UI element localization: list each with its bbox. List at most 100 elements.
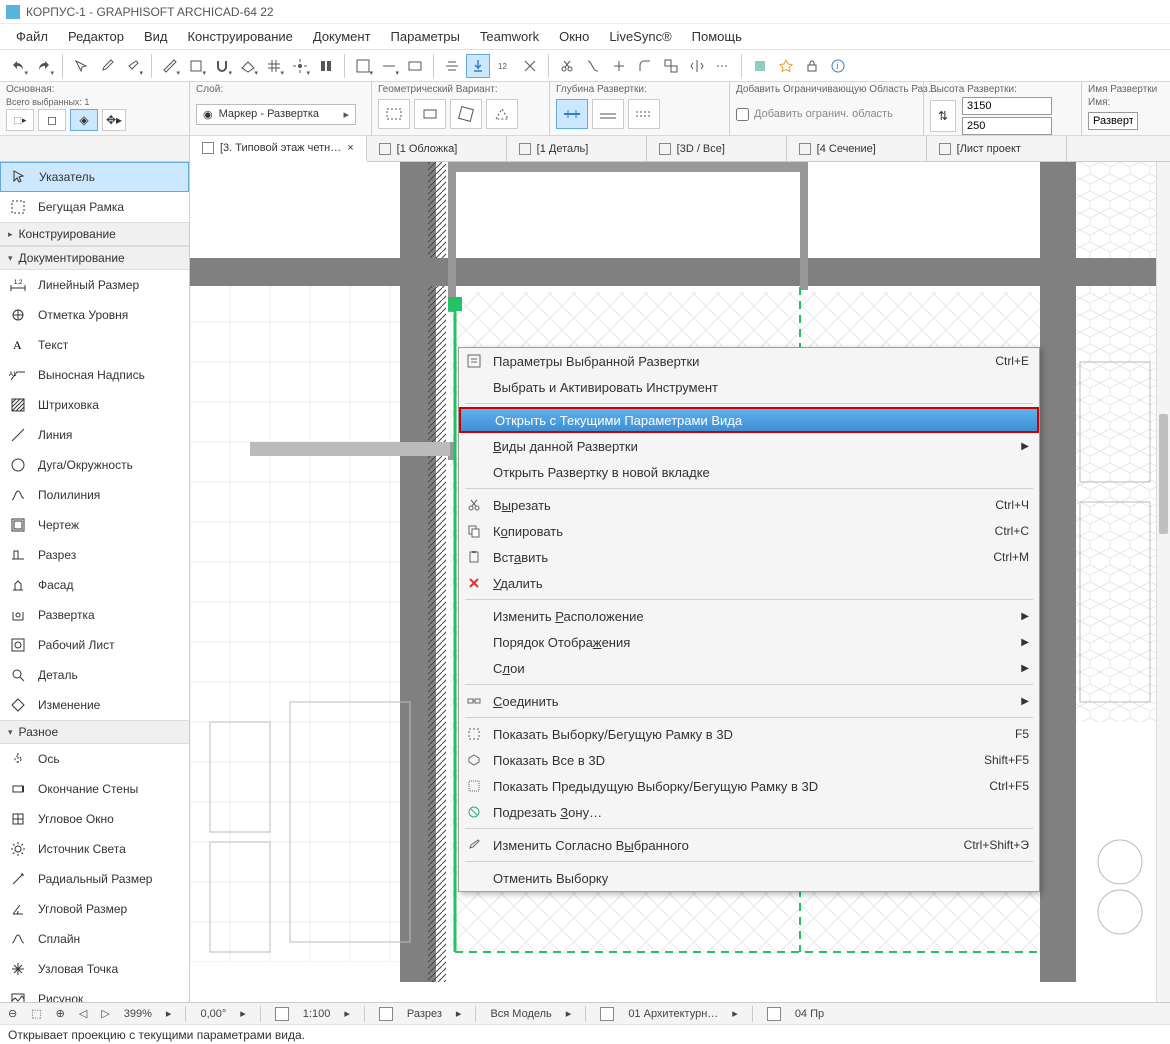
scale-value[interactable]: 1:100 (303, 1008, 331, 1020)
grid-button[interactable] (262, 54, 286, 78)
tool-arrow[interactable]: Указатель (0, 162, 189, 192)
tab[interactable]: [1 Обложка] (367, 136, 507, 161)
tool-hotspot[interactable]: Узловая Точка (0, 954, 189, 984)
menu-редактор[interactable]: Редактор (58, 25, 134, 48)
toolgroup-misc[interactable]: Разное (0, 720, 189, 744)
tab-close-icon[interactable]: × (347, 142, 353, 154)
menu-окно[interactable]: Окно (549, 25, 599, 48)
tool-arc[interactable]: Дуга/Окружность (0, 450, 189, 480)
height-icon[interactable]: ⇅ (930, 100, 956, 132)
tab[interactable]: [3D / Все] (647, 136, 787, 161)
sel-mode1-button[interactable]: ◻ (38, 109, 66, 131)
tab[interactable]: [4 Сечение] (787, 136, 927, 161)
layer-dropdown[interactable]: ◉ Маркер - Развертка (196, 104, 356, 125)
snap-button[interactable] (288, 54, 312, 78)
tool-section[interactable]: Разрез (0, 540, 189, 570)
tool-elev[interactable]: Фасад (0, 570, 189, 600)
model-value[interactable]: Вся Модель (490, 1008, 551, 1020)
menu-помощь[interactable]: Помощь (682, 25, 752, 48)
eyedropper-button[interactable] (95, 54, 119, 78)
zoom-next-button[interactable]: ▷ (101, 1007, 109, 1020)
dim-12-button[interactable]: 12 (492, 54, 516, 78)
dim-x-button[interactable] (518, 54, 542, 78)
pick-tool-button[interactable] (69, 54, 93, 78)
context-menu-item[interactable]: Виды данной Развертки▶ (459, 433, 1039, 459)
tool-light[interactable]: Источник Света (0, 834, 189, 864)
layout-value[interactable]: 04 Пр (795, 1008, 824, 1020)
magnet-button[interactable] (210, 54, 234, 78)
angle-value[interactable]: 0,00° (200, 1008, 226, 1020)
edit-plane-button[interactable] (236, 54, 260, 78)
depth-opt2-button[interactable] (592, 99, 624, 129)
default-settings-button[interactable]: ⬚▸ (6, 109, 34, 131)
menu-livesync®[interactable]: LiveSync® (599, 25, 681, 48)
mvo-value[interactable]: Разрез (407, 1008, 442, 1020)
tool-hatch[interactable]: Штриховка (0, 390, 189, 420)
tool-change[interactable]: Изменение (0, 690, 189, 720)
lock-button[interactable] (800, 54, 824, 78)
tool-figure[interactable]: Рисунок (0, 984, 189, 1002)
tool-dim[interactable]: 1.2Линейный Размер (0, 270, 189, 300)
tool-line[interactable]: Линия (0, 420, 189, 450)
zoom-in-button[interactable]: ⊕ (56, 1007, 65, 1020)
context-menu-item[interactable]: Удалить (459, 570, 1039, 596)
context-menu-item[interactable]: Показать Все в 3DShift+F5 (459, 747, 1039, 773)
context-menu-item[interactable]: Изменить Расположение▶ (459, 603, 1039, 629)
tool-text[interactable]: AТекст (0, 330, 189, 360)
height-top-input[interactable] (962, 97, 1052, 115)
fillet-button[interactable] (633, 54, 657, 78)
menu-teamwork[interactable]: Teamwork (470, 25, 549, 48)
zoom-prev-button[interactable]: ◁ (79, 1007, 87, 1020)
tool-poly[interactable]: Полилиния (0, 480, 189, 510)
favorites-button[interactable] (774, 54, 798, 78)
sel-mode2-button[interactable]: ◈ (70, 109, 98, 131)
depth-opt3-button[interactable] (628, 99, 660, 129)
sel-mode3-button[interactable]: ✥▸ (102, 109, 126, 131)
zoom-fit-button[interactable]: ⬚ (31, 1007, 41, 1020)
context-menu-item[interactable]: Показать Предыдущую Выборку/Бегущую Рамк… (459, 773, 1039, 799)
undo-button[interactable] (6, 54, 30, 78)
context-menu-item[interactable]: Подрезать Зону… (459, 799, 1039, 825)
context-menu-item[interactable]: Параметры Выбранной РазверткиCtrl+E (459, 348, 1039, 374)
depth-opt1-button[interactable] (556, 99, 588, 129)
trim-button[interactable] (711, 54, 735, 78)
context-menu-item[interactable]: Порядок Отображения▶ (459, 629, 1039, 655)
split-button[interactable] (685, 54, 709, 78)
gravity-button[interactable] (466, 54, 490, 78)
cut-button[interactable] (555, 54, 579, 78)
tab[interactable]: [3. Типовой этаж четн…× (190, 136, 367, 162)
bound-checkbox-label[interactable]: Добавить огранич. область (736, 108, 893, 121)
tool-detail[interactable]: Деталь (0, 660, 189, 690)
context-menu-item[interactable]: Слои▶ (459, 655, 1039, 681)
tool-drawing[interactable]: Чертеж (0, 510, 189, 540)
tool-wallend[interactable]: Окончание Стены (0, 774, 189, 804)
vertical-scrollbar[interactable] (1156, 162, 1170, 1002)
align-button[interactable] (440, 54, 464, 78)
renovation-button[interactable] (748, 54, 772, 78)
context-menu-item[interactable]: Выбрать и Активировать Инструмент (459, 374, 1039, 400)
context-menu-item[interactable]: Отменить Выборку (459, 865, 1039, 891)
menu-документ[interactable]: Документ (303, 25, 381, 48)
ruler-button[interactable] (158, 54, 182, 78)
intersect-button[interactable] (607, 54, 631, 78)
height-bottom-input[interactable] (962, 117, 1052, 135)
tool-worksheet[interactable]: Рабочий Лист (0, 630, 189, 660)
tool-marquee[interactable]: Бегущая Рамка (0, 192, 189, 222)
syringe-button[interactable] (121, 54, 145, 78)
zoom-out-button[interactable]: ⊖ (8, 1007, 17, 1020)
guides-button[interactable] (351, 54, 375, 78)
adjust-button[interactable] (581, 54, 605, 78)
menu-конструирование[interactable]: Конструирование (177, 25, 302, 48)
context-menu-item[interactable]: ВырезатьCtrl+Ч (459, 492, 1039, 518)
tab[interactable]: [1 Деталь] (507, 136, 647, 161)
context-menu-item[interactable]: Открыть с Текущими Параметрами Вида (459, 407, 1039, 433)
suspend-button[interactable] (314, 54, 338, 78)
context-menu-item[interactable]: ВставитьCtrl+М (459, 544, 1039, 570)
tool-interior[interactable]: Развертка (0, 600, 189, 630)
zoom-value[interactable]: 399% (124, 1008, 152, 1020)
geom-opt2-button[interactable] (414, 99, 446, 129)
tab[interactable]: [Лист проект (927, 136, 1067, 161)
context-menu-item[interactable]: КопироватьCtrl+С (459, 518, 1039, 544)
suspend-groups-button[interactable] (403, 54, 427, 78)
tool-axis[interactable]: Ось (0, 744, 189, 774)
